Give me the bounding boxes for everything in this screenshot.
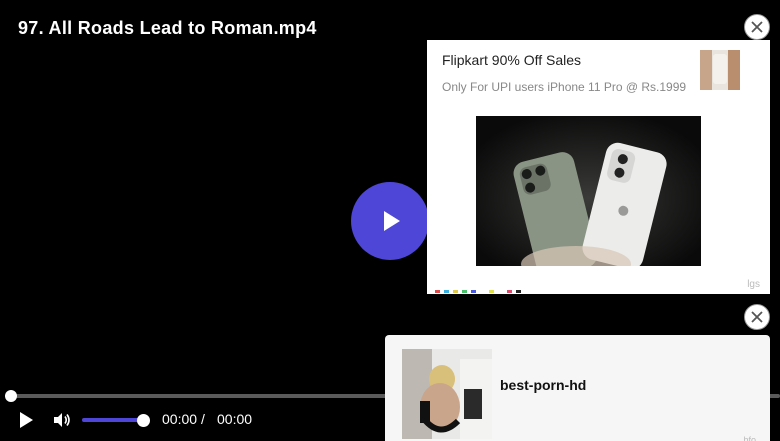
ad-thumbnail[interactable] — [700, 50, 740, 90]
ad-panel-top[interactable]: Flipkart 90% Off Sales Only For UPI user… — [427, 40, 770, 294]
phones-image — [476, 116, 701, 266]
current-time: 00:00 — [162, 411, 198, 427]
volume-button[interactable] — [51, 409, 73, 431]
close-icon — [751, 21, 763, 33]
volume-slider[interactable] — [82, 418, 144, 422]
ad-tag: lgs — [747, 279, 760, 290]
play-icon — [20, 412, 33, 428]
close-ad-top-button[interactable] — [744, 14, 770, 40]
ad-tag: bfo — [743, 435, 756, 441]
ad-title[interactable]: Flipkart 90% Off Sales — [442, 52, 581, 68]
ad-panel-bottom[interactable]: best-porn-hd bfo — [385, 335, 770, 441]
ad-image[interactable] — [476, 116, 701, 266]
ad-indicator-dots — [435, 290, 521, 293]
time-separator: / — [201, 411, 205, 427]
video-title: 97. All Roads Lead to Roman.mp4 — [18, 18, 317, 38]
play-icon — [384, 211, 400, 231]
ad-thumbnail[interactable] — [402, 349, 492, 439]
big-play-button[interactable] — [351, 182, 429, 260]
volume-handle[interactable] — [137, 414, 150, 427]
ad-thumbnail-image — [402, 349, 492, 439]
ad-description: Only For UPI users iPhone 11 Pro @ Rs.19… — [442, 80, 687, 94]
close-ad-bottom-button[interactable] — [744, 304, 770, 330]
total-time: 00:00 — [217, 411, 253, 427]
ad-title[interactable]: best-porn-hd — [500, 377, 586, 393]
play-button[interactable] — [14, 408, 38, 432]
seek-handle[interactable] — [5, 390, 17, 402]
volume-icon — [54, 413, 70, 427]
close-icon — [751, 311, 763, 323]
